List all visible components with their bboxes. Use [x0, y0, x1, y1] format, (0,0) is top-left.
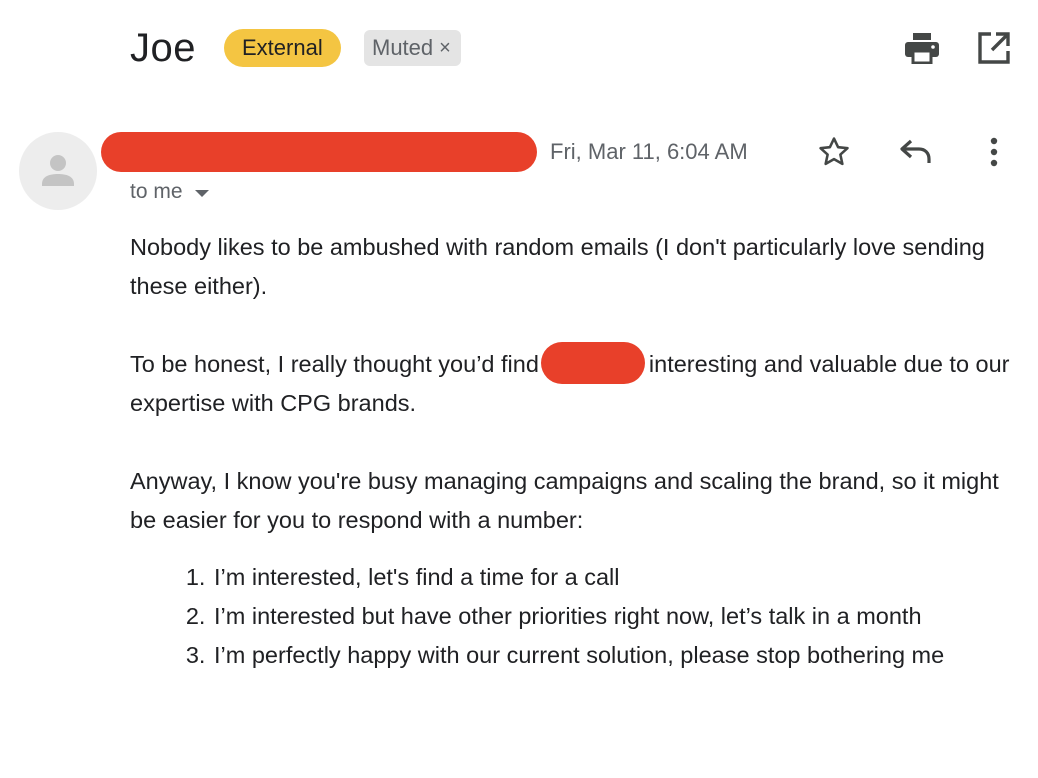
body-paragraph: Nobody likes to be ambushed with random … — [130, 234, 985, 299]
person-icon — [42, 155, 74, 186]
sender-avatar[interactable] — [19, 132, 97, 210]
body-paragraph: Anyway, I know you're busy managing camp… — [130, 468, 999, 533]
print-icon — [905, 33, 939, 64]
response-options-list: I’m interested, let's find a time for a … — [130, 558, 1020, 675]
chevron-down-icon — [194, 190, 209, 197]
muted-label-chip: Muted × — [364, 30, 461, 66]
print-button[interactable] — [900, 28, 944, 68]
more-vertical-icon — [990, 137, 998, 167]
message-body: Nobody likes to be ambushed with random … — [130, 228, 1020, 675]
open-in-new-icon — [978, 32, 1010, 64]
sender-name-redacted — [101, 132, 537, 172]
more-options-button[interactable] — [978, 132, 1010, 172]
remove-label-icon[interactable]: × — [439, 30, 451, 66]
list-item: I’m interested, let's find a time for a … — [212, 558, 1020, 597]
reply-icon — [900, 139, 931, 163]
company-name-redacted — [540, 341, 645, 384]
message-date: Fri, Mar 11, 6:04 AM — [550, 139, 748, 164]
recipient-details-toggle[interactable]: to me — [130, 178, 209, 206]
paragraph-text-before: To be honest, I really thought you’d fin… — [130, 351, 539, 377]
star-outline-icon — [819, 137, 849, 166]
body-paragraph-with-redaction: To be honest, I really thought you’d fin… — [130, 341, 1020, 423]
recipient-label: to me — [130, 180, 183, 203]
open-in-new-window-button[interactable] — [974, 28, 1014, 68]
list-item: I’m interested but have other priorities… — [212, 597, 1020, 636]
muted-label-text: Muted — [372, 35, 434, 60]
list-item: I’m perfectly happy with our current sol… — [212, 636, 1020, 675]
external-label-badge: External — [224, 29, 341, 67]
star-button[interactable] — [812, 132, 856, 172]
reply-button[interactable] — [894, 132, 938, 172]
email-subject: Joe — [130, 26, 196, 70]
